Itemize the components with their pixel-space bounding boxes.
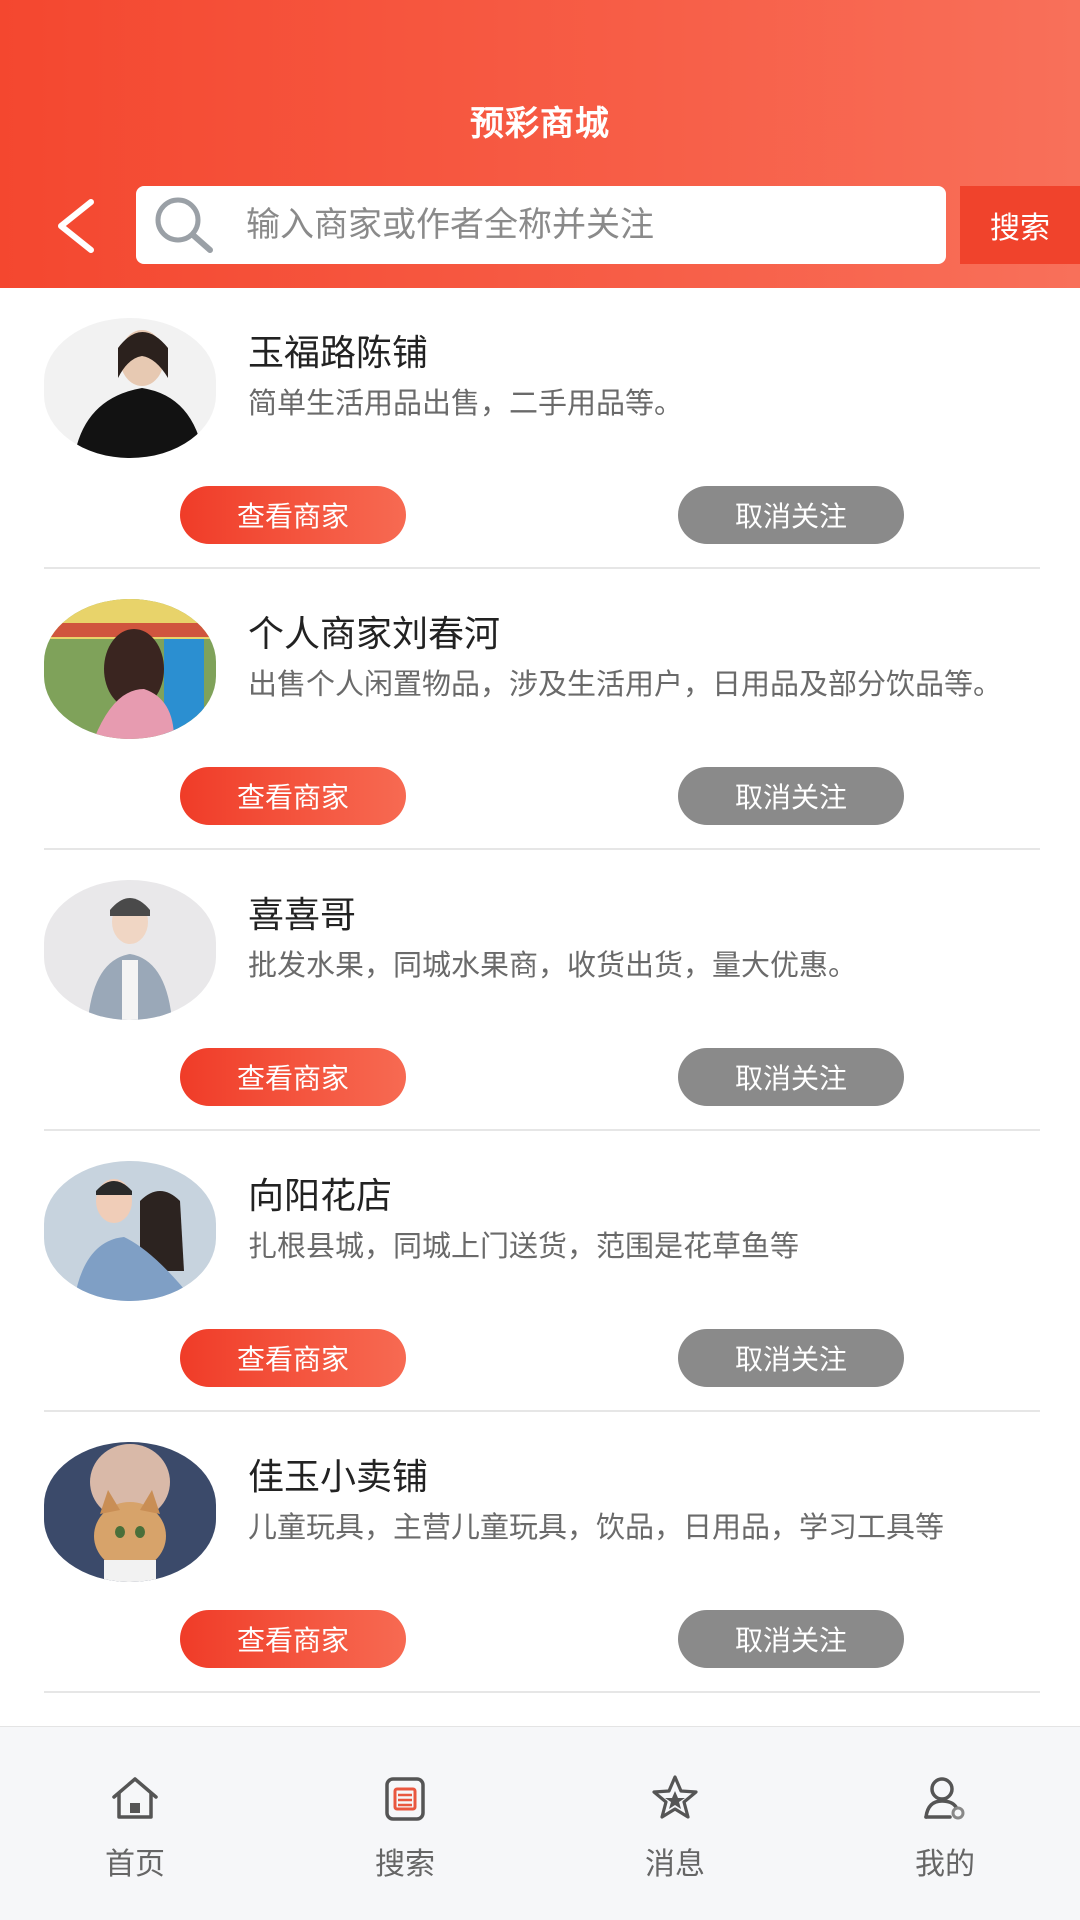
avatar (44, 1442, 216, 1582)
divider (44, 1691, 1040, 1693)
merchant-description: 扎根县城，同城上门送货，范围是花草鱼等 (248, 1229, 800, 1263)
merchant-description: 儿童玩具，主营儿童玩具，饮品，日用品，学习工具等 (248, 1510, 945, 1544)
clipboard-icon (385, 1777, 425, 1821)
merchant-name: 佳玉小卖铺 (248, 1457, 429, 1498)
merchant-name: 喜喜哥 (248, 895, 357, 936)
list-item: 玉福路陈铺 简单生活用品出售，二手用品等。 查看商家 取消关注 (0, 288, 1080, 569)
unfollow-button[interactable]: 取消关注 (678, 1048, 904, 1106)
avatar (44, 1161, 216, 1301)
avatar (44, 880, 216, 1020)
view-merchant-button[interactable]: 查看商家 (180, 1329, 406, 1387)
chevron-left-icon (58, 199, 94, 253)
search-input[interactable] (244, 204, 928, 246)
list-item: 向阳花店 扎根县城，同城上门送货，范围是花草鱼等 查看商家 取消关注 (0, 1131, 1080, 1412)
search-box[interactable] (136, 186, 946, 264)
list-item: 喜喜哥 批发水果，同城水果商，收货出货，量大优惠。 查看商家 取消关注 (0, 850, 1080, 1131)
unfollow-button[interactable]: 取消关注 (678, 767, 904, 825)
tab-messages[interactable]: 消息 (540, 1727, 810, 1920)
merchant-list: 玉福路陈铺 简单生活用品出售，二手用品等。 查看商家 取消关注 个人商家刘春河 … (0, 288, 1080, 1693)
user-icon (924, 1777, 965, 1820)
unfollow-button[interactable]: 取消关注 (678, 1329, 904, 1387)
tab-search[interactable]: 搜索 (270, 1727, 540, 1920)
tab-profile[interactable]: 我的 (810, 1727, 1080, 1920)
tab-label: 搜索 (375, 1847, 435, 1882)
bottom-tab-bar: 首页 搜索 消息 我的 (0, 1726, 1080, 1920)
search-icon (150, 192, 216, 258)
unfollow-button[interactable]: 取消关注 (678, 486, 904, 544)
home-icon (112, 1777, 158, 1819)
avatar (44, 318, 216, 458)
view-merchant-button[interactable]: 查看商家 (180, 1048, 406, 1106)
merchant-name: 向阳花店 (248, 1176, 393, 1217)
list-item: 佳玉小卖铺 儿童玩具，主营儿童玩具，饮品，日用品，学习工具等 查看商家 取消关注 (0, 1412, 1080, 1693)
page-title: 预彩商城 (470, 104, 610, 144)
merchant-description: 出售个人闲置物品，涉及生活用户，日用品及部分饮品等。 (248, 667, 1003, 701)
view-merchant-button[interactable]: 查看商家 (180, 1610, 406, 1668)
tab-home[interactable]: 首页 (0, 1727, 270, 1920)
header-bar: 预彩商城 搜索 (0, 0, 1080, 288)
merchant-description: 批发水果，同城水果商，收货出货，量大优惠。 (248, 948, 858, 982)
avatar (44, 599, 216, 739)
merchant-name: 个人商家刘春河 (248, 614, 501, 655)
back-button[interactable] (40, 186, 110, 266)
tab-label: 首页 (105, 1847, 165, 1882)
view-merchant-button[interactable]: 查看商家 (180, 486, 406, 544)
tab-label: 我的 (915, 1847, 975, 1882)
star-icon (652, 1775, 698, 1819)
list-item: 个人商家刘春河 出售个人闲置物品，涉及生活用户，日用品及部分饮品等。 查看商家 … (0, 569, 1080, 850)
search-button[interactable]: 搜索 (960, 186, 1080, 264)
app-screen: 预彩商城 搜索 (0, 0, 1080, 1920)
merchant-name: 玉福路陈铺 (248, 333, 429, 374)
merchant-description: 简单生活用品出售，二手用品等。 (248, 386, 684, 420)
tab-label: 消息 (645, 1847, 705, 1882)
view-merchant-button[interactable]: 查看商家 (180, 767, 406, 825)
unfollow-button[interactable]: 取消关注 (678, 1610, 904, 1668)
